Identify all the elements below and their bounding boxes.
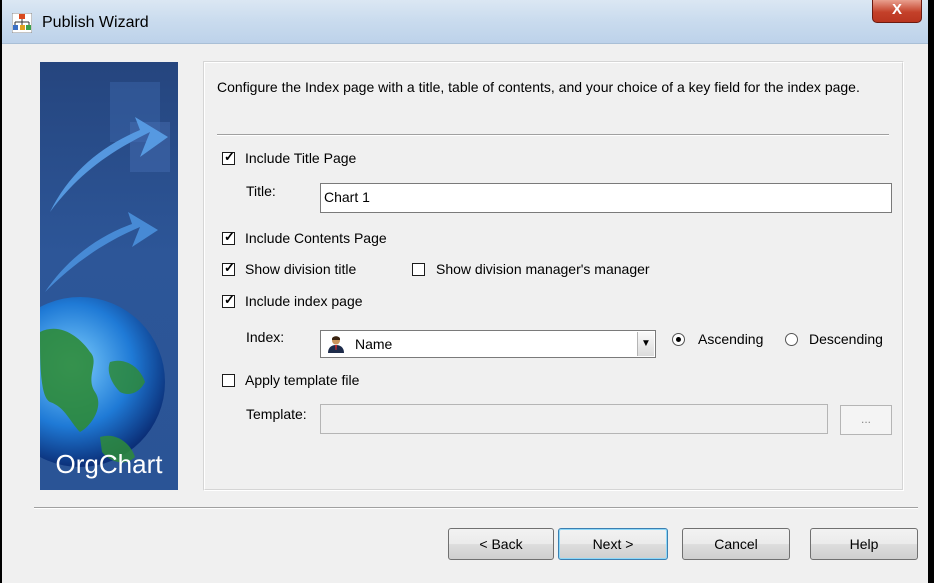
show-division-managers-manager-label[interactable]: Show division manager's manager: [436, 261, 650, 277]
title-bar: Publish Wizard X: [2, 0, 928, 44]
title-label: Title:: [246, 183, 276, 199]
ascending-label[interactable]: Ascending: [698, 331, 763, 347]
ascending-radio[interactable]: [672, 333, 685, 346]
show-division-title-checkbox[interactable]: ✓: [222, 260, 235, 276]
include-index-page-checkbox[interactable]: ✓: [222, 292, 235, 308]
browse-template-button[interactable]: ...: [840, 405, 892, 435]
footer-separator: [34, 507, 918, 509]
radio-selected-dot: [676, 337, 681, 342]
index-label: Index:: [246, 329, 285, 345]
descending-radio[interactable]: [785, 333, 798, 346]
include-title-page-label[interactable]: Include Title Page: [245, 150, 356, 166]
orgchart-logo-text: OrgChart: [55, 449, 163, 479]
chevron-down-icon[interactable]: ▼: [637, 332, 654, 356]
include-title-page-checkbox[interactable]: ✓: [222, 149, 235, 165]
checkmark-icon: ✓: [224, 229, 235, 244]
help-button[interactable]: Help: [810, 528, 918, 560]
next-button[interactable]: Next >: [558, 528, 668, 560]
index-field-select[interactable]: Name ▼: [320, 330, 656, 358]
include-index-page-label[interactable]: Include index page: [245, 293, 363, 309]
window-title: Publish Wizard: [42, 14, 149, 31]
title-input[interactable]: Chart 1: [320, 183, 892, 213]
close-icon: X: [891, 1, 902, 18]
cancel-button[interactable]: Cancel: [682, 528, 790, 560]
checkmark-icon: ✓: [224, 260, 235, 275]
back-button[interactable]: < Back: [448, 528, 554, 560]
template-path-input[interactable]: [320, 404, 828, 434]
show-division-managers-manager-checkbox[interactable]: [412, 263, 425, 276]
checkmark-icon: ✓: [224, 292, 235, 307]
description-text: Configure the Index page with a title, t…: [217, 79, 860, 95]
apply-template-file-checkbox[interactable]: [222, 374, 235, 387]
description-separator: [217, 134, 889, 136]
template-label: Template:: [246, 406, 307, 422]
orgchart-app-icon: [11, 12, 33, 34]
include-contents-page-label[interactable]: Include Contents Page: [245, 230, 387, 246]
person-icon: [327, 335, 345, 353]
publish-wizard-window: Publish Wizard X OrgChart Configure the …: [0, 0, 930, 583]
checkmark-icon: ✓: [224, 149, 235, 164]
wizard-body: OrgChart Configure the Index page with a…: [10, 44, 922, 578]
index-field-value: Name: [355, 336, 393, 352]
descending-label[interactable]: Descending: [809, 331, 883, 347]
include-contents-page-checkbox[interactable]: ✓: [222, 229, 235, 245]
orgchart-banner: OrgChart: [40, 62, 178, 490]
apply-template-file-label[interactable]: Apply template file: [245, 372, 359, 388]
show-division-title-label[interactable]: Show division title: [245, 261, 356, 277]
close-button[interactable]: X: [872, 0, 922, 23]
